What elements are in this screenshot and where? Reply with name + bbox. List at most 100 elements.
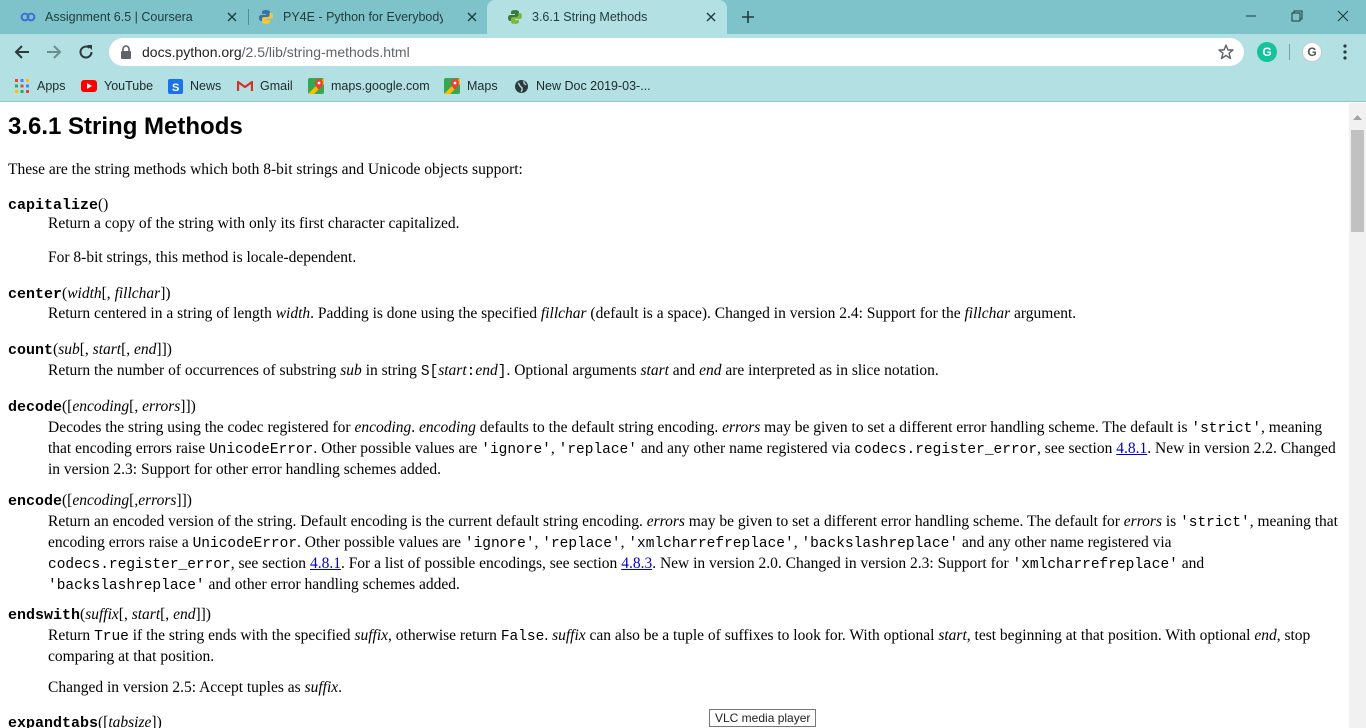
code-part: 'replace' [542,536,621,552]
vertical-scrollbar[interactable] [1349,103,1366,728]
bookmark-maps[interactable]: Maps [444,76,498,96]
maps-icon [444,78,460,94]
gmail-icon [237,78,253,94]
tab-title: PY4E - Python for Everybody [283,10,443,24]
profile-avatar[interactable]: G [1302,42,1322,62]
desc-part: defaults to the default string encoding. [475,419,723,436]
desc-part: . [411,419,420,436]
desc-part: and any other name registered via [636,440,855,457]
args-part: encoding [72,398,130,415]
close-window-button[interactable] [1320,0,1366,32]
method-name: center [8,286,63,303]
bookmark-star-icon[interactable] [1218,44,1234,65]
method-signature-decode: decode([encoding[, errors]]) [8,398,196,416]
desc-part: . New in version 2.0. Changed in version… [652,555,1013,572]
args-part: [, [129,492,139,509]
menu-button[interactable] [1331,38,1359,66]
code-part: True [94,629,129,645]
bookmark-youtube[interactable]: YouTube [81,76,153,96]
method-name: expandtabs [8,715,99,728]
method-args: () [98,196,109,213]
code-part: codecs.register_error [48,557,231,573]
desc-part: Changed in version 2.5: Accept tuples as [48,679,305,696]
close-tab-icon[interactable] [464,9,480,25]
grammarly-extension-icon[interactable]: G [1257,42,1277,62]
youtube-icon [81,78,97,94]
close-tab-icon[interactable] [703,9,719,25]
args-part: errors [138,492,177,509]
scrollbar-thumb[interactable] [1351,130,1364,232]
minimize-button[interactable] [1228,0,1274,32]
desc-part: , test beginning at that position. With … [966,627,1255,644]
method-description: Decodes the string using the codec regis… [48,418,1340,479]
bookmark-label: Maps [467,79,498,93]
args-part: [, [79,341,93,358]
taskbar-tooltip: VLC media player [709,709,817,727]
address-bar[interactable]: docs.python.org/2.5/lib/string-methods.h… [109,38,1244,66]
close-icon [1337,10,1349,22]
restore-button[interactable] [1274,0,1320,32]
bookmarks-bar: Apps YouTube S News Gmail maps.google.co… [0,70,1366,102]
args-part: sub [58,341,80,358]
python-docs-icon [507,9,523,25]
tab-coursera[interactable]: Assignment 6.5 | Coursera [0,0,248,34]
method-signature-endswith: endswith(suffix[, start[, end]]) [8,606,211,624]
bookmark-label: YouTube [104,79,154,93]
reload-button[interactable] [72,38,100,66]
bookmark-new-doc[interactable]: New Doc 2019-03-... [513,76,651,96]
section-link[interactable]: 4.8.1 [1116,440,1147,457]
desc-part: errors [646,513,685,530]
python-icon [258,9,274,25]
url-path: /2.5/lib/string-methods.html [241,44,410,60]
code-part: 'xmlcharrefreplace' [628,536,794,552]
bookmark-gmail[interactable]: Gmail [237,76,293,96]
bookmark-label: maps.google.com [331,79,430,93]
args-part: fillchar [114,285,161,302]
method-signature-center: center(width[, fillchar]) [8,285,171,303]
code-part: 'ignore' [464,536,535,552]
coursera-icon [20,9,36,25]
section-link[interactable]: 4.8.1 [310,555,341,572]
bookmark-label: News [190,79,222,93]
method-signature-capitalize: capitalize() [8,196,108,214]
args-part: ]]) [176,492,192,509]
code-part: codecs.register_error [854,442,1038,458]
args-part: [, [129,398,143,415]
desc-part: may be given to set a different error ha… [684,513,1124,530]
reload-icon [79,45,93,59]
args-part: ]]) [156,341,172,358]
bookmark-label: Gmail [260,79,293,93]
args-part: width [67,285,102,302]
desc-part: fillchar [964,305,1011,322]
desc-part: suffix [304,679,339,696]
method-name: capitalize [8,197,99,214]
arrow-left-icon [14,45,29,59]
new-tab-button[interactable] [736,5,760,29]
desc-part: and other error handling schemes added. [204,576,460,593]
tab-string-methods[interactable]: 3.6.1 String Methods [487,0,727,34]
method-signature-encode: encode([encoding[,errors]]) [8,492,192,510]
scroll-up-icon[interactable] [1353,107,1362,125]
desc-part: is [1161,513,1181,530]
args-part: errors [142,398,181,415]
section-link[interactable]: 4.8.3 [621,555,652,572]
method-description: Return centered in a string of length wi… [48,304,1340,323]
apps-grid-icon [14,78,30,94]
code-part: 'backslashreplace' [801,536,959,552]
url-text: docs.python.org/2.5/lib/string-methods.h… [142,44,410,60]
plus-icon [742,11,754,23]
bookmark-apps[interactable]: Apps [14,76,66,96]
arrow-right-icon [47,45,62,59]
tab-py4e[interactable]: PY4E - Python for Everybody [238,0,488,34]
forward-button[interactable] [40,38,68,66]
desc-part: sub [340,362,362,379]
desc-part: errors [722,419,761,436]
desc-part: suffix [354,627,389,644]
back-button[interactable] [8,38,36,66]
bookmark-news[interactable]: S News [167,76,221,96]
args-part: tabsize [108,714,152,728]
bookmark-maps-google[interactable]: maps.google.com [308,76,430,96]
globe-icon [513,78,529,94]
bookmark-label: Apps [37,79,66,93]
desc-part: Return [48,627,95,644]
